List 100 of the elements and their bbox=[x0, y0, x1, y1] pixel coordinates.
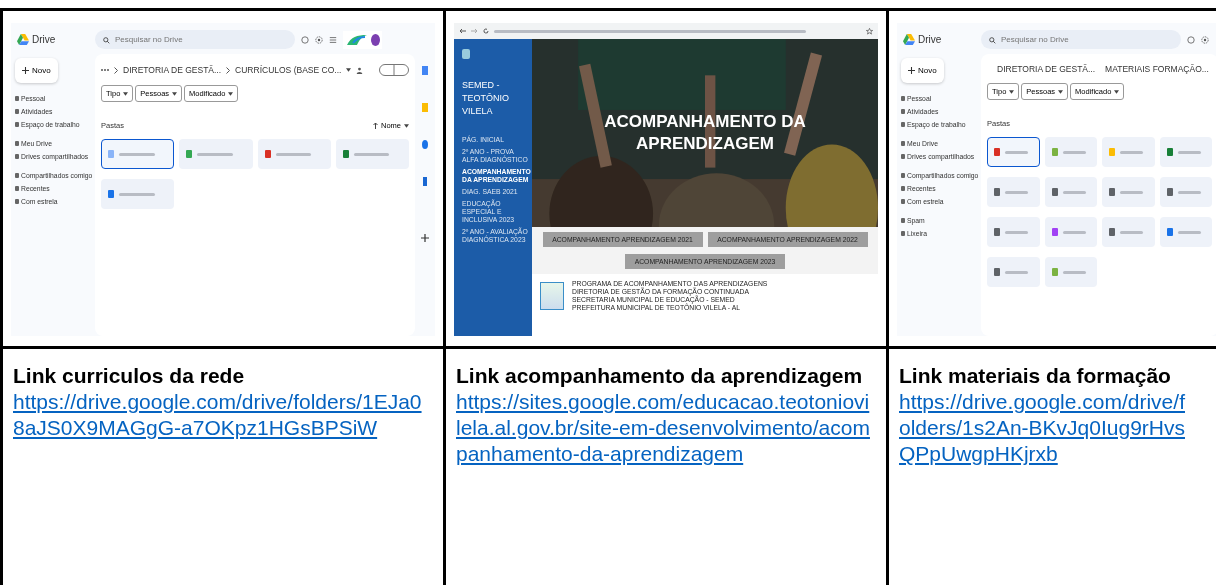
nav-icon bbox=[15, 199, 19, 204]
logo-icon bbox=[540, 282, 564, 310]
caret-icon bbox=[172, 91, 178, 96]
blurred-text bbox=[275, 152, 312, 156]
folder-item[interactable] bbox=[987, 137, 1040, 167]
add-icon[interactable] bbox=[421, 234, 429, 242]
blurred-text bbox=[1177, 190, 1201, 194]
account-logo[interactable] bbox=[343, 30, 382, 49]
folder-item[interactable] bbox=[987, 257, 1040, 287]
folder-item[interactable] bbox=[1044, 177, 1097, 207]
new-button[interactable]: Novo bbox=[15, 58, 58, 83]
caret-icon bbox=[123, 91, 129, 96]
breadcrumb-item[interactable]: MATERIAIS FORMAÇÃO... bbox=[1105, 64, 1209, 74]
drive-logo-icon bbox=[903, 34, 915, 45]
folder-item[interactable] bbox=[335, 139, 409, 169]
arrow-up-icon bbox=[373, 122, 378, 129]
search-field[interactable]: Pesquisar no Drive bbox=[981, 30, 1181, 49]
back-icon[interactable] bbox=[459, 28, 466, 34]
blurred-text bbox=[1177, 230, 1201, 234]
site-name: SEMED - TEOTÔNIO VILELA bbox=[462, 79, 510, 118]
drive-logo-icon bbox=[17, 34, 29, 45]
folder-item[interactable] bbox=[1044, 217, 1097, 247]
nav-icon bbox=[15, 173, 19, 178]
new-button[interactable]: Novo bbox=[901, 58, 944, 83]
chevron-icon bbox=[114, 66, 118, 74]
blurred-text bbox=[1062, 270, 1086, 274]
cell-title: Link materiais da formação bbox=[899, 363, 1172, 389]
hero-title: ACOMPANHAMENTO DA APRENDIZAGEM bbox=[603, 111, 807, 155]
blurred-text bbox=[1005, 270, 1029, 274]
nav-icon bbox=[901, 231, 905, 236]
breadcrumb-item[interactable]: CURRÍCULOS (BASE CO... bbox=[235, 65, 342, 75]
nav-icon bbox=[901, 218, 905, 223]
link[interactable]: https://drive.google.com/drive/folders/1EJa08aJS0X9MAGgG-a7OKpz1HGsBPSiW bbox=[13, 389, 433, 441]
cell-title: Link curriculos da rede bbox=[13, 363, 246, 389]
caret-icon bbox=[1114, 89, 1120, 94]
nav-icon bbox=[901, 96, 905, 101]
blurred-text bbox=[1120, 190, 1144, 194]
folder-item[interactable] bbox=[1102, 177, 1155, 207]
blurred-text bbox=[1120, 230, 1144, 234]
blurred-text bbox=[1005, 150, 1029, 154]
blurred-text bbox=[1005, 230, 1029, 234]
folder-item[interactable] bbox=[1102, 217, 1155, 247]
star-icon[interactable] bbox=[866, 27, 873, 35]
folder-item[interactable] bbox=[1159, 137, 1212, 167]
blurred-text bbox=[197, 152, 233, 156]
chevron-icon bbox=[226, 66, 231, 74]
help-icon[interactable] bbox=[301, 35, 309, 44]
breadcrumb-item[interactable]: DIRETORIA DE GESTÃ... bbox=[123, 65, 222, 75]
caret-icon bbox=[346, 68, 352, 72]
link[interactable]: https://drive.google.com/drive/folders/1s2An-BKvJq0Iug9rHvsQPpUwgpHKjrxb bbox=[899, 389, 1202, 467]
folder-item[interactable] bbox=[987, 217, 1040, 247]
nav-icon bbox=[15, 186, 19, 191]
folder-item[interactable] bbox=[257, 139, 331, 169]
nav-icon bbox=[901, 199, 905, 204]
blurred-text bbox=[1062, 230, 1086, 234]
caret-icon bbox=[1058, 89, 1064, 94]
nav-icon bbox=[15, 141, 19, 146]
logo-icon bbox=[462, 49, 470, 59]
settings-icon[interactable] bbox=[315, 35, 323, 44]
blurred-text bbox=[1177, 150, 1201, 154]
help-icon[interactable] bbox=[1187, 35, 1195, 44]
caret-icon bbox=[404, 123, 409, 128]
tasks-icon[interactable] bbox=[422, 140, 428, 149]
blurred-text bbox=[1062, 190, 1086, 194]
nav-icon bbox=[15, 154, 19, 159]
folder-item[interactable] bbox=[101, 139, 175, 169]
plus-icon bbox=[908, 67, 915, 74]
nav-icon bbox=[901, 141, 905, 146]
nav-icon bbox=[15, 122, 19, 127]
breadcrumb-item[interactable]: DIRETORIA DE GESTÃ... bbox=[997, 64, 1096, 74]
folder-item[interactable] bbox=[1044, 257, 1097, 287]
app-name: Drive bbox=[32, 34, 56, 45]
link[interactable]: https://sites.google.com/educacao.teotoniovilela.al.gov.br/site-em-desenvolvimento/acompanhamento-da-aprendizagem bbox=[456, 389, 876, 467]
blurred-text bbox=[1120, 150, 1144, 154]
folder-item[interactable] bbox=[1159, 217, 1212, 247]
blurred-text bbox=[119, 152, 155, 156]
settings-icon[interactable] bbox=[1201, 35, 1209, 44]
cell-title: Link acompanhamento da aprendizagem bbox=[456, 363, 864, 389]
blurred-text bbox=[1062, 150, 1086, 154]
folder-item[interactable] bbox=[101, 179, 175, 209]
caret-icon bbox=[228, 91, 234, 96]
people-icon bbox=[356, 66, 364, 74]
app-name: Drive bbox=[918, 34, 942, 45]
view-toggle-icon[interactable] bbox=[379, 64, 409, 76]
nav-icon bbox=[15, 109, 19, 114]
avatar[interactable] bbox=[371, 33, 380, 46]
search-field[interactable]: Pesquisar no Drive bbox=[95, 30, 295, 49]
blurred-text bbox=[353, 152, 390, 156]
nav-icon bbox=[901, 186, 905, 191]
reload-icon[interactable] bbox=[483, 28, 489, 34]
folder-item[interactable] bbox=[1044, 137, 1097, 167]
nav-icon bbox=[15, 96, 19, 101]
plus-icon bbox=[22, 67, 29, 74]
nav-icon bbox=[901, 154, 905, 159]
folder-item[interactable] bbox=[1159, 177, 1212, 207]
nav-icon bbox=[901, 122, 905, 127]
folder-item[interactable] bbox=[987, 177, 1040, 207]
blurred-text bbox=[119, 192, 155, 196]
nav-icon bbox=[901, 109, 905, 114]
apps-icon[interactable] bbox=[329, 35, 337, 44]
